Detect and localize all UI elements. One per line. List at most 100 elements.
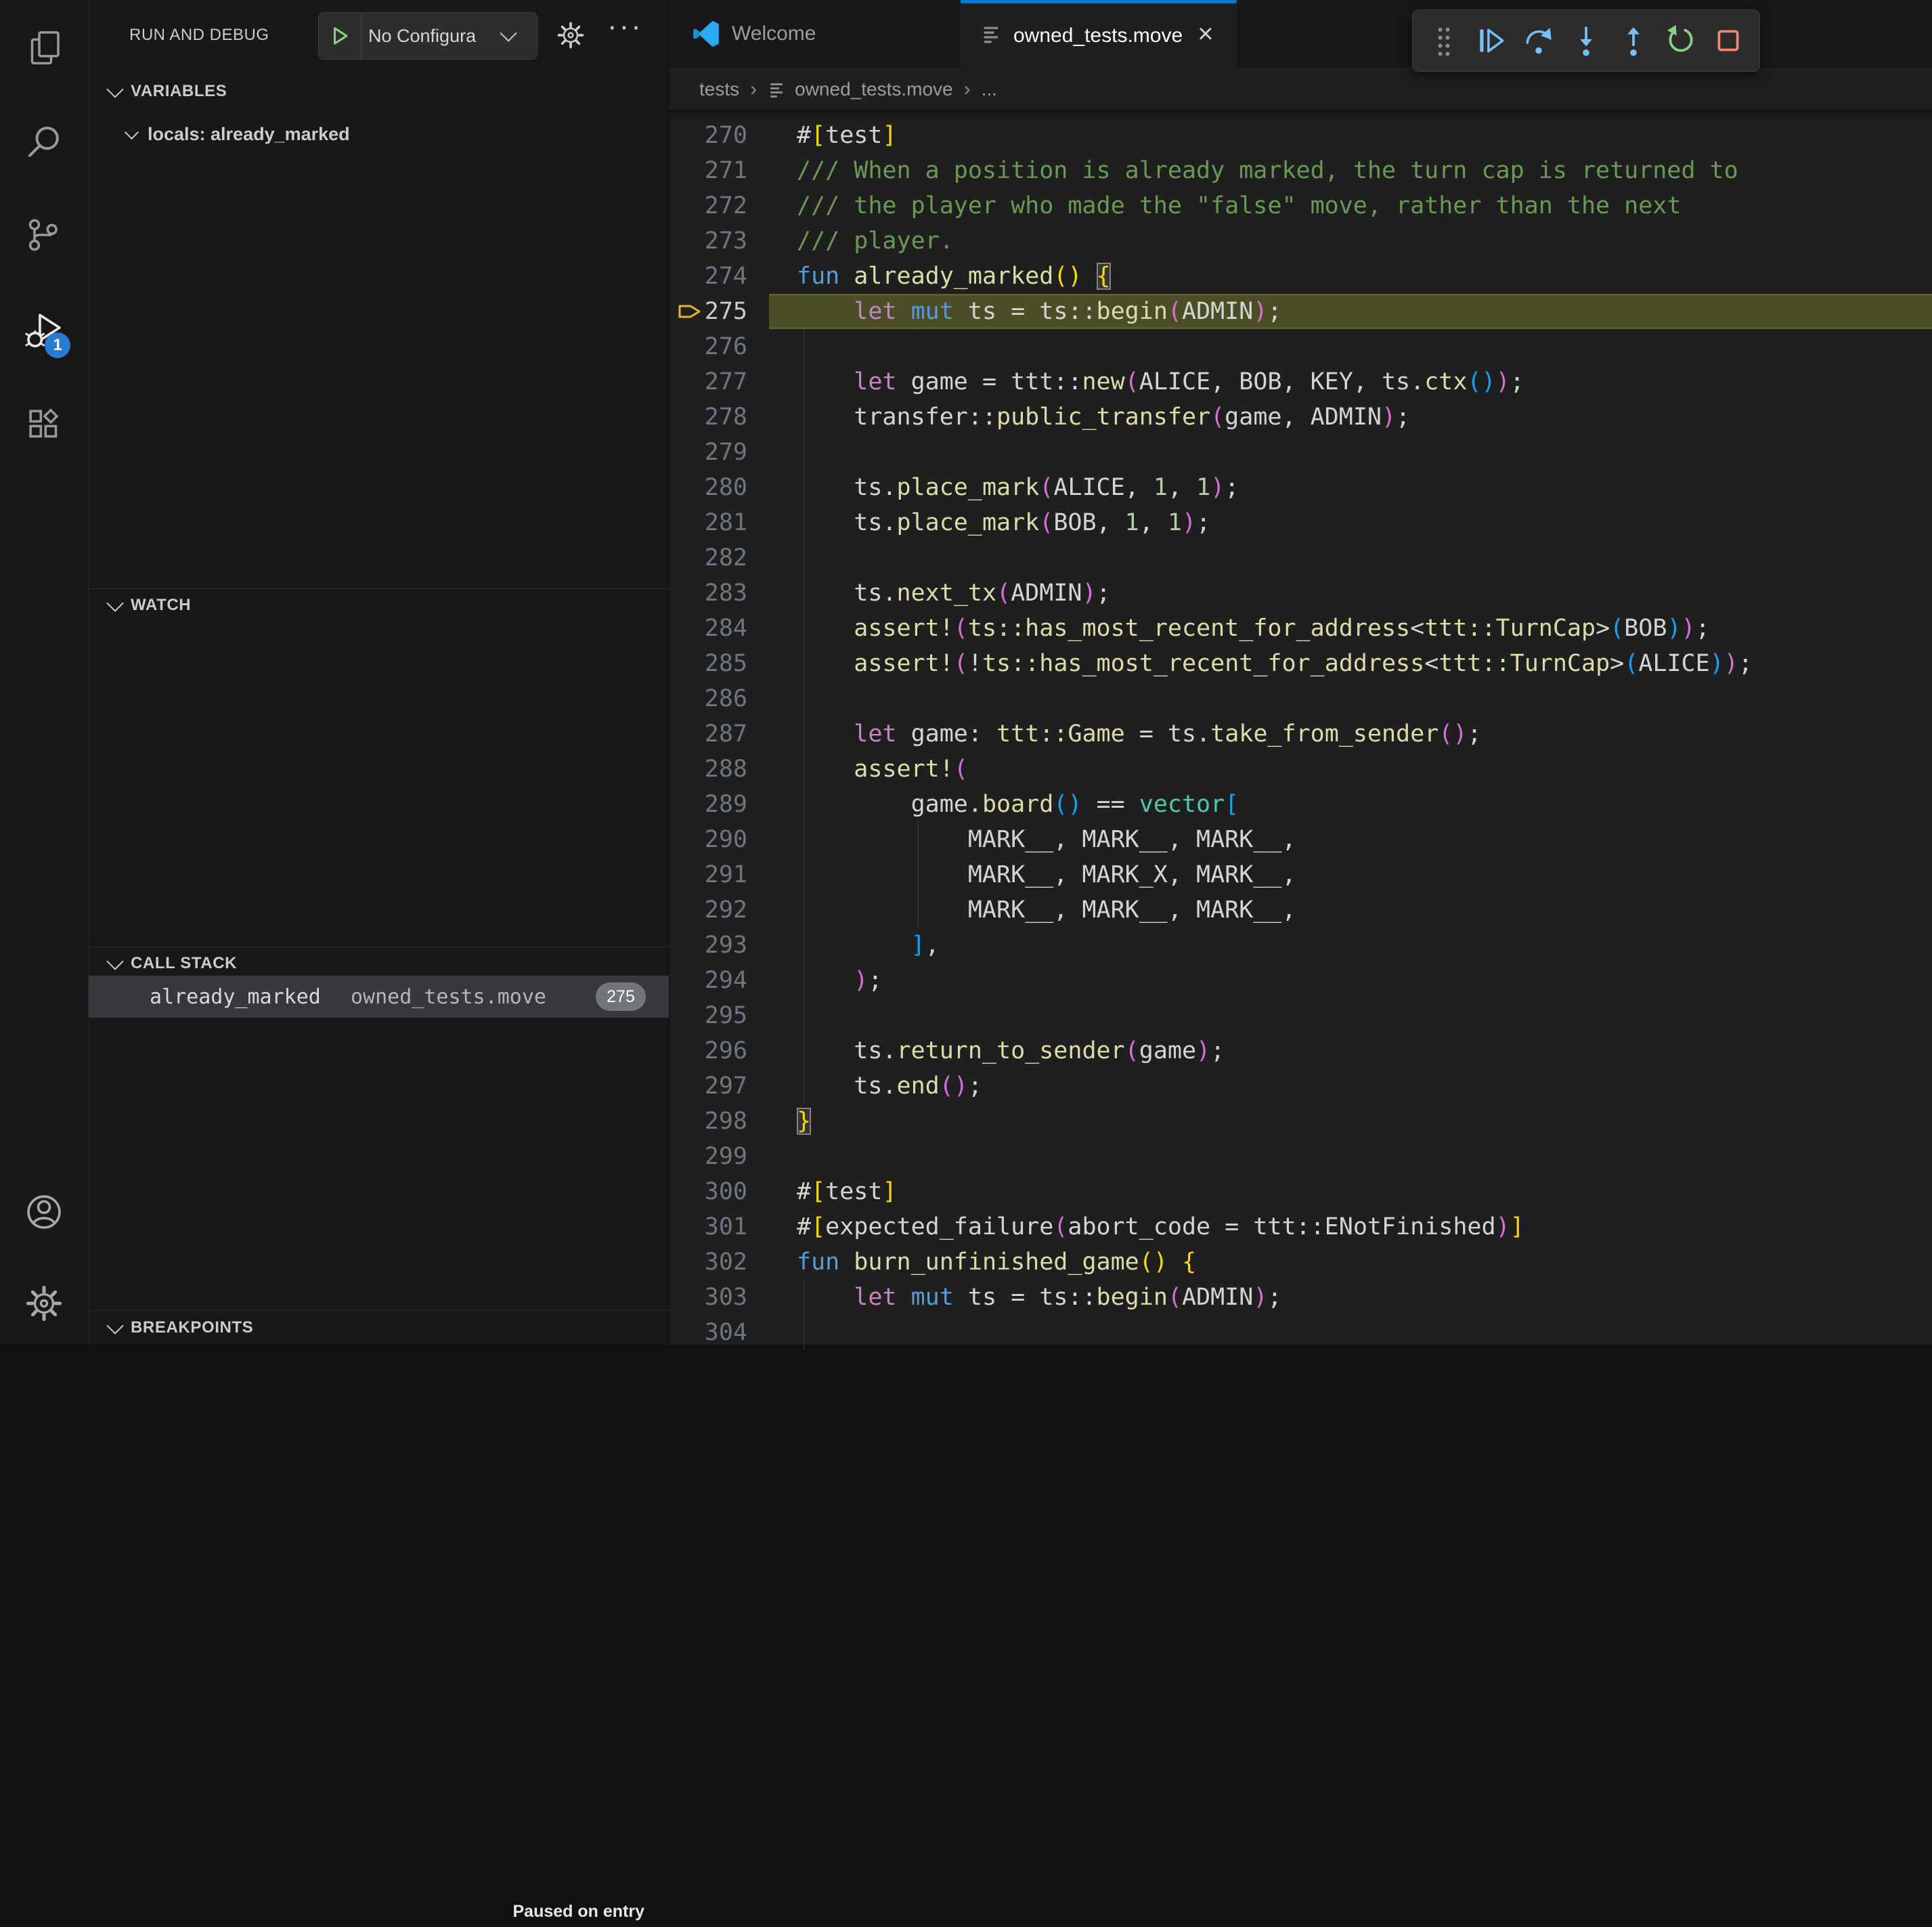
debug-badge: 1	[45, 332, 70, 358]
code-line[interactable]: 294 );	[669, 963, 1932, 998]
search-icon	[25, 123, 63, 161]
code-line[interactable]: 302fun burn_unfinished_game() {	[669, 1244, 1932, 1280]
continue-icon	[1476, 25, 1507, 56]
activity-search[interactable]	[0, 104, 88, 180]
debug-status-text: Paused on entry	[513, 1896, 645, 1927]
activity-settings[interactable]	[0, 1265, 88, 1341]
continue-button[interactable]	[1471, 17, 1512, 64]
code-line[interactable]: 271/// When a position is already marked…	[669, 153, 1932, 188]
more-actions-icon[interactable]: ···	[607, 9, 643, 43]
start-debug-play-icon[interactable]	[319, 13, 361, 59]
code-line[interactable]: 287 let game: ttt::Game = ts.take_from_s…	[669, 716, 1932, 752]
chevron-down-icon	[106, 1317, 123, 1334]
code-editor[interactable]: 270#[test]271/// When a position is alre…	[669, 110, 1932, 1345]
code-line[interactable]: 276	[669, 329, 1932, 364]
variables-scope-locals[interactable]: locals: already_marked	[89, 116, 669, 152]
section-watch[interactable]: WATCH	[89, 590, 669, 621]
step-out-icon	[1618, 25, 1649, 56]
code-line[interactable]: 301#[expected_failure(abort_code = ttt::…	[669, 1209, 1932, 1244]
call-stack-frame[interactable]: already_marked owned_tests.move 275	[89, 976, 669, 1018]
toolbar-drag-handle[interactable]	[1424, 17, 1464, 64]
launch-config-dropdown[interactable]: No Configura	[318, 12, 537, 60]
close-icon[interactable]: ×	[1198, 19, 1213, 49]
code-line[interactable]: 290 MARK__, MARK__, MARK__,	[669, 822, 1932, 857]
code-line[interactable]: 273/// player.	[669, 223, 1932, 259]
activity-bar: 1	[0, 0, 89, 1345]
section-call-stack[interactable]: CALL STACK Paused on entry	[89, 948, 669, 979]
code-line[interactable]: 298}	[669, 1104, 1932, 1139]
run-and-debug-sidebar: RUN AND DEBUG No Configura ··· VARIABLES…	[89, 0, 669, 1345]
frame-line-badge: 275	[596, 982, 646, 1011]
activity-extensions[interactable]	[0, 387, 88, 462]
step-over-button[interactable]	[1518, 17, 1559, 64]
divider	[89, 1310, 669, 1311]
tab-label: owned_tests.move	[1013, 24, 1183, 47]
breadcrumb-item-tests[interactable]: tests	[699, 79, 739, 100]
move-file-icon	[768, 81, 787, 100]
code-line[interactable]: 280 ts.place_mark(ALICE, 1, 1);	[669, 470, 1932, 505]
section-breakpoints[interactable]: BREAKPOINTS	[89, 1312, 669, 1343]
gear-icon	[26, 1285, 62, 1322]
code-line[interactable]: 296 ts.return_to_sender(game);	[669, 1033, 1932, 1068]
account-icon	[24, 1192, 64, 1232]
code-line[interactable]: 284 assert!(ts::has_most_recent_for_addr…	[669, 611, 1932, 646]
code-line[interactable]: 304	[669, 1315, 1932, 1350]
sidebar-header: RUN AND DEBUG No Configura ···	[89, 0, 669, 70]
frame-function: already_marked	[150, 976, 321, 1018]
vscode-logo-icon	[693, 20, 720, 47]
code-line[interactable]: 288 assert!(	[669, 752, 1932, 787]
config-label: No Configura	[361, 26, 501, 47]
locals-label: locals: already_marked	[148, 124, 350, 145]
code-line[interactable]: 281 ts.place_mark(BOB, 1, 1);	[669, 505, 1932, 540]
activity-account[interactable]	[0, 1174, 88, 1250]
code-line[interactable]: 285 assert!(!ts::has_most_recent_for_add…	[669, 646, 1932, 681]
code-line[interactable]: 299	[669, 1139, 1932, 1174]
debug-settings-gear-icon[interactable]	[557, 22, 584, 49]
code-line[interactable]: 272/// the player who made the "false" m…	[669, 188, 1932, 223]
code-line[interactable]: 286	[669, 681, 1932, 716]
chevron-down-icon	[106, 953, 123, 970]
code-line[interactable]: 292 MARK__, MARK__, MARK__,	[669, 892, 1932, 928]
tab-welcome[interactable]: Welcome	[669, 0, 961, 68]
stop-button[interactable]	[1708, 17, 1749, 64]
activity-run-and-debug[interactable]: 1	[0, 292, 88, 368]
code-line[interactable]: 279	[669, 435, 1932, 470]
code-line[interactable]: 283 ts.next_tx(ADMIN);	[669, 576, 1932, 611]
breadcrumb: tests › owned_tests.move › ...	[669, 68, 1932, 110]
chevron-down-icon	[106, 81, 123, 98]
code-line[interactable]: 275 let mut ts = ts::begin(ADMIN);	[669, 294, 1932, 329]
sidebar-title: RUN AND DEBUG	[129, 0, 269, 70]
tab-owned-tests[interactable]: owned_tests.move ×	[961, 0, 1237, 68]
code-line[interactable]: 300#[test]	[669, 1174, 1932, 1209]
code-line[interactable]: 270#[test]	[669, 118, 1932, 153]
breadcrumb-item-file[interactable]: owned_tests.move	[795, 79, 952, 100]
code-line[interactable]: 277 let game = ttt::new(ALICE, BOB, KEY,…	[669, 364, 1932, 399]
breakpoints-label: BREAKPOINTS	[131, 1318, 253, 1337]
move-file-icon	[981, 24, 1003, 45]
code-line[interactable]: 295	[669, 998, 1932, 1033]
chevron-right-icon: ›	[750, 78, 757, 101]
restart-button[interactable]	[1661, 17, 1701, 64]
chevron-right-icon: ›	[964, 78, 971, 101]
code-line[interactable]: 282	[669, 540, 1932, 576]
section-variables[interactable]: VARIABLES	[89, 76, 669, 107]
code-line[interactable]: 297 ts.end();	[669, 1068, 1932, 1104]
breadcrumb-item-symbol[interactable]: ...	[982, 79, 997, 100]
step-into-button[interactable]	[1566, 17, 1606, 64]
extensions-icon	[25, 406, 63, 443]
code-line[interactable]: 303 let mut ts = ts::begin(ADMIN);	[669, 1280, 1932, 1315]
debug-toolbar	[1412, 9, 1760, 72]
files-icon	[25, 28, 63, 66]
activity-source-control[interactable]	[0, 197, 88, 273]
chevron-down-icon	[500, 24, 517, 41]
code-line[interactable]: 293 ],	[669, 928, 1932, 963]
frame-file: owned_tests.move	[351, 976, 546, 1018]
code-line[interactable]: 291 MARK__, MARK_X, MARK__,	[669, 857, 1932, 892]
activity-explorer[interactable]	[0, 9, 88, 85]
call-stack-label: CALL STACK	[131, 954, 237, 973]
step-out-button[interactable]	[1613, 17, 1654, 64]
code-line[interactable]: 289 game.board() == vector[	[669, 787, 1932, 822]
code-line[interactable]: 274fun already_marked() {	[669, 259, 1932, 294]
code-line[interactable]: 278 transfer::public_transfer(game, ADMI…	[669, 399, 1932, 435]
watch-label: WATCH	[131, 596, 191, 615]
